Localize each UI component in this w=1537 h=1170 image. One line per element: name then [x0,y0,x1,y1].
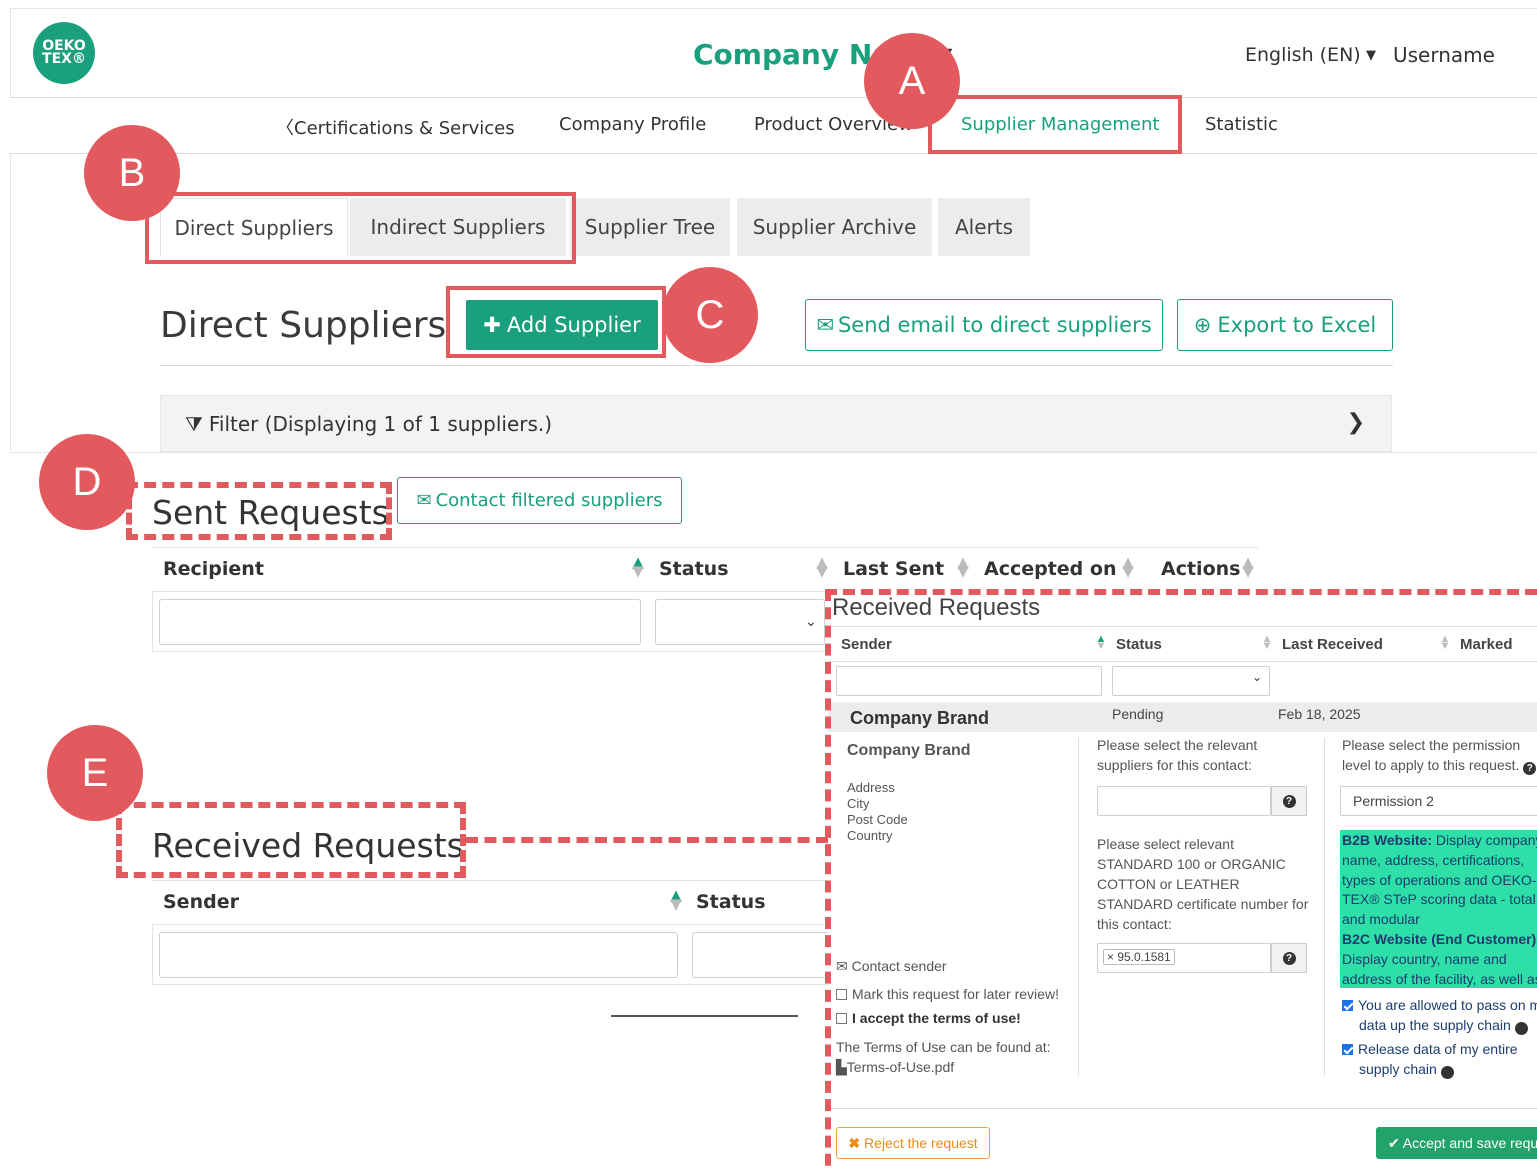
highlight-sent-requests [126,482,392,540]
tab-supplier-tree[interactable]: Supplier Tree [570,198,730,256]
chevron-down-icon: ⌄ [805,614,817,630]
contact-filtered-label: Contact filtered suppliers [435,490,663,511]
logo-line2: TEX® [42,51,86,67]
status-filter-select[interactable] [655,599,825,645]
status-filter-select[interactable] [692,932,832,978]
sort-icon[interactable]: ▲ ▼ [1121,555,1135,579]
nav-company-profile[interactable]: Company Profile [559,114,706,135]
highlight-add-supplier [446,286,666,358]
envelope-icon: ✉ [416,490,432,511]
tab-supplier-archive[interactable]: Supplier Archive [737,198,932,256]
column-last-sent[interactable]: Last Sent [843,558,944,580]
tab-alerts[interactable]: Alerts [938,198,1030,256]
sort-icon[interactable]: ▲ ▼ [1241,555,1255,579]
contact-filtered-button[interactable]: ✉ Contact filtered suppliers [397,477,682,524]
highlight-detail-panel [825,589,1537,1170]
sort-icon[interactable]: ▲ ▼ [669,888,683,912]
marker-c: C [662,267,758,363]
language-selector[interactable]: English (EN) [1245,44,1361,66]
filter-label: Filter (Displaying 1 of 1 suppliers.) [208,411,553,436]
chevron-left-icon: 〈 [276,118,294,139]
pagination-line [611,1015,798,1017]
download-circle-icon: ⊕ [1193,313,1212,337]
highlight-received-requests [116,802,466,878]
sort-icon[interactable]: ▲ ▼ [631,555,645,579]
send-email-label: Send email to direct suppliers [837,313,1152,337]
column-actions[interactable]: Actions [1161,558,1240,580]
nav-statistic[interactable]: Statistic [1205,114,1278,135]
column-status[interactable]: Status [659,558,729,580]
page-title: Direct Suppliers [160,305,447,346]
username-menu[interactable]: Username [1393,43,1495,67]
recipient-filter-input[interactable] [159,599,641,645]
sort-icon[interactable]: ▲ ▼ [815,555,829,579]
marker-a: A [864,33,960,129]
export-excel-button[interactable]: ⊕ Export to Excel [1177,299,1393,351]
chevron-right-icon[interactable]: ❯ [1347,410,1365,435]
highlight-supplier-tabs [145,192,576,264]
divider [160,365,1393,366]
sort-icon[interactable]: ▲ ▼ [956,555,970,579]
nav-back-label: Certifications & Services [294,118,515,139]
funnel-icon: ⧩ [185,411,203,436]
oeko-tex-logo[interactable]: OEKO TEX® [33,22,95,84]
nav-back-certifications[interactable]: 〈Certifications & Services [276,114,515,140]
column-accepted-on[interactable]: Accepted on [984,558,1116,580]
column-status[interactable]: Status [696,891,766,913]
marker-b: B [84,125,180,221]
highlight-supplier-management [928,95,1182,154]
envelope-icon: ✉ [816,313,834,337]
column-recipient[interactable]: Recipient [163,558,264,580]
marker-d: D [39,434,135,530]
send-email-button[interactable]: ✉ Send email to direct suppliers [805,299,1163,351]
marker-e: E [47,725,143,821]
column-sender[interactable]: Sender [163,891,239,913]
sender-filter-input[interactable] [159,932,678,978]
filter-bar[interactable]: ⧩ Filter (Displaying 1 of 1 suppliers.) ❯ [160,395,1392,452]
export-excel-label: Export to Excel [1217,313,1377,337]
language-caret-icon[interactable]: ▼ [1366,48,1376,63]
connector-line [466,837,828,843]
